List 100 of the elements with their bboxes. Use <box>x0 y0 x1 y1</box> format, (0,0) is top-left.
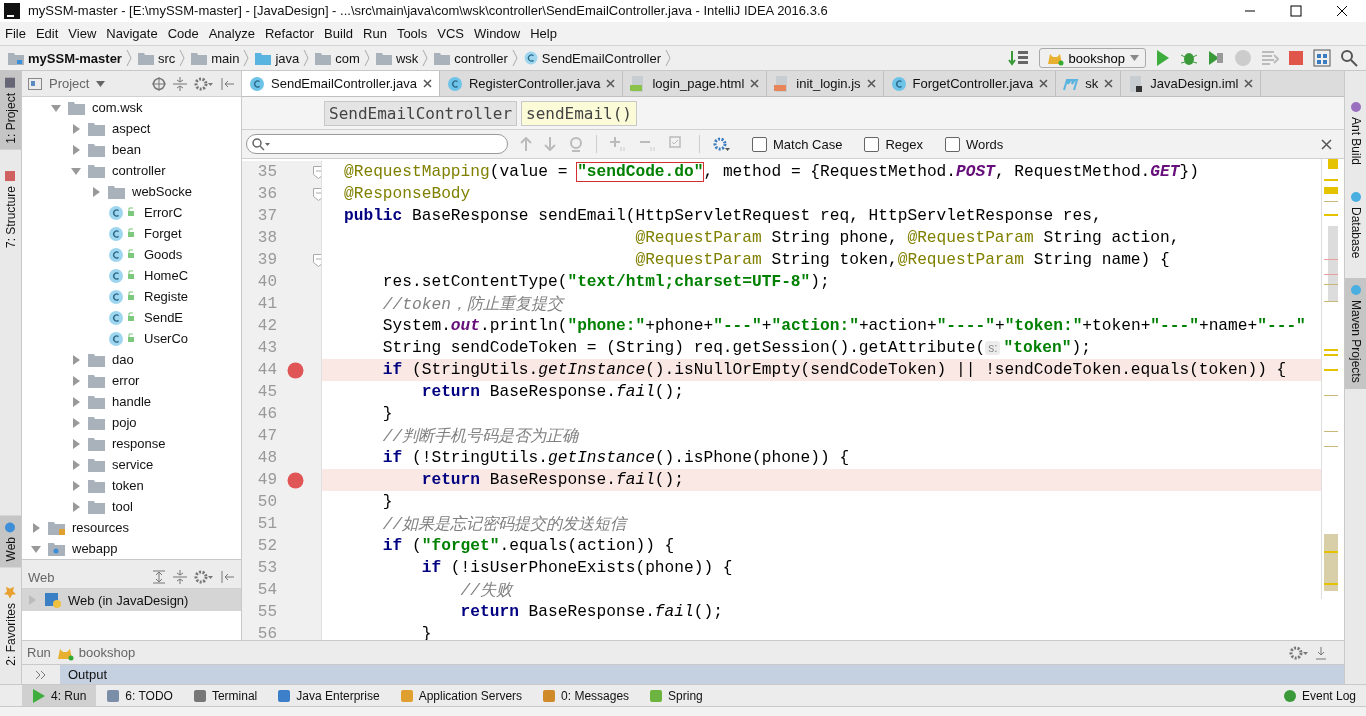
tool-window-button[interactable]: Terminal <box>182 685 268 706</box>
arrow-down-icon[interactable] <box>544 137 556 151</box>
stop-icon[interactable] <box>1288 50 1304 67</box>
menu-item[interactable]: Run <box>363 26 387 41</box>
tool-window-tab[interactable]: 2: Favorites <box>0 581 21 672</box>
tree-item[interactable]: tool <box>112 499 133 514</box>
tree-item[interactable]: handle <box>112 394 152 409</box>
menu-item[interactable]: Navigate <box>106 26 158 41</box>
editor-tab[interactable]: SendEmailController.java <box>242 71 440 96</box>
tool-window-tab[interactable]: Database <box>1345 185 1366 265</box>
tool-window-tab[interactable]: Ant Build <box>1345 95 1366 172</box>
breadcrumb-item[interactable]: src <box>157 50 176 66</box>
tree-item[interactable]: Goods <box>144 247 183 262</box>
menu-item[interactable]: Help <box>530 26 557 41</box>
menu-item[interactable]: VCS <box>437 26 464 41</box>
breadcrumb-item[interactable]: java <box>275 50 300 66</box>
editor-tab[interactable]: JavaDesign.iml <box>1121 71 1262 96</box>
tool-window-tab[interactable]: 1: Project <box>0 71 21 150</box>
breadcrumb-item[interactable]: controller <box>454 50 508 66</box>
tree-item[interactable]: com.wsk <box>92 100 143 115</box>
tree-item[interactable]: pojo <box>112 415 137 430</box>
close-icon[interactable] <box>1321 138 1332 150</box>
editor-tab[interactable]: ForgetController.java <box>883 71 1057 96</box>
output-tab[interactable]: Output <box>60 665 1344 684</box>
close-icon[interactable] <box>1336 4 1348 17</box>
breakpoint-icon[interactable] <box>286 471 304 489</box>
expand-arrow-icon[interactable] <box>70 395 82 408</box>
tree-item[interactable]: controller <box>112 163 166 178</box>
breadcrumb-item[interactable]: mySSM-master <box>28 50 122 66</box>
settings-icon[interactable] <box>194 76 214 91</box>
tree-item[interactable]: resources <box>72 520 130 535</box>
web-facet-row[interactable]: Web (in JavaDesign) <box>22 589 241 611</box>
tree-item[interactable]: webSocke <box>132 184 192 199</box>
collapse-icon[interactable] <box>173 76 187 91</box>
tool-window-tab[interactable]: Web <box>0 514 21 568</box>
expand-arrow-icon[interactable] <box>70 143 82 156</box>
expand-arrow-icon[interactable] <box>70 353 82 366</box>
menu-item[interactable]: Build <box>324 26 353 41</box>
tree-item[interactable]: Registe <box>144 289 189 304</box>
tree-item[interactable]: response <box>112 436 166 451</box>
menu-item[interactable]: View <box>68 26 97 41</box>
settings-icon[interactable] <box>194 570 214 584</box>
menu-item[interactable]: Code <box>167 26 199 41</box>
search-field[interactable] <box>246 134 508 154</box>
maximize-icon[interactable] <box>1290 4 1302 17</box>
target-icon[interactable] <box>152 76 166 91</box>
tree-item[interactable]: webapp <box>72 541 118 556</box>
menu-item[interactable]: Tools <box>396 26 428 41</box>
add-selection-icon[interactable] <box>609 136 627 152</box>
tool-window-button[interactable]: 0: Messages <box>532 685 640 706</box>
menu-item[interactable]: Analyze <box>208 26 255 41</box>
expand-arrow-icon[interactable] <box>70 458 82 471</box>
tree-item[interactable]: token <box>112 478 144 493</box>
editor-tab[interactable]: init_login.js <box>767 71 884 96</box>
editor-tab[interactable]: sk <box>1056 71 1122 96</box>
search-icon[interactable] <box>1340 49 1358 68</box>
find-all-icon[interactable] <box>568 136 584 152</box>
menu-item[interactable]: File <box>5 26 26 41</box>
menu-item[interactable]: Edit <box>35 26 59 41</box>
checkbox[interactable] <box>944 136 960 152</box>
coverage-icon[interactable] <box>1207 49 1225 68</box>
fold-icon[interactable] <box>313 253 321 267</box>
tree-item[interactable]: Forget <box>144 226 182 241</box>
editor-tab[interactable]: RegisterController.java <box>439 71 624 96</box>
breadcrumb-item[interactable]: main <box>211 50 240 66</box>
tree-item[interactable]: dao <box>112 352 134 367</box>
expand-arrow-icon[interactable] <box>70 437 82 450</box>
menu-item[interactable]: Refactor <box>264 26 315 41</box>
tool-window-button[interactable]: 6: TODO <box>96 685 183 706</box>
expand-arrow-icon[interactable] <box>70 479 82 492</box>
tool-window-button[interactable]: Application Servers <box>389 685 533 706</box>
tool-window-tab[interactable]: 7: Structure <box>0 163 21 254</box>
close-icon[interactable] <box>422 79 432 88</box>
sort-icon[interactable] <box>1007 49 1030 68</box>
tree-item[interactable]: HomeC <box>144 268 189 283</box>
expand-arrow-icon[interactable] <box>70 500 82 513</box>
tree-item[interactable]: ErrorC <box>144 205 183 220</box>
project-structure-icon[interactable] <box>1313 49 1331 68</box>
fold-icon[interactable] <box>313 165 321 179</box>
tree-item[interactable]: SendE <box>144 310 184 325</box>
tree-item[interactable]: error <box>112 373 140 388</box>
run-configuration-dropdown[interactable]: bookshop <box>1038 48 1146 69</box>
tool-window-button[interactable]: 4: Run <box>22 685 97 706</box>
tool-window-button[interactable]: Java Enterprise <box>267 685 390 706</box>
hide-panel-icon[interactable] <box>221 570 235 584</box>
expand-arrow-icon[interactable] <box>30 521 42 534</box>
tool-window-tab[interactable]: Maven Projects <box>1345 278 1366 390</box>
checkbox[interactable] <box>864 136 880 152</box>
expand-arrow-icon[interactable] <box>70 374 82 387</box>
more-icon[interactable] <box>34 669 48 680</box>
run-icon[interactable] <box>1155 49 1171 68</box>
tool-window-button[interactable]: Spring <box>639 685 713 706</box>
fold-icon[interactable] <box>313 187 321 201</box>
menu-item[interactable]: Window <box>473 26 521 41</box>
caret-icon[interactable] <box>96 80 106 87</box>
expand-arrow-icon[interactable] <box>70 416 82 429</box>
step-icon[interactable] <box>1261 49 1279 68</box>
gear-icon[interactable] <box>712 136 730 152</box>
hide-panel-icon[interactable] <box>1314 645 1328 660</box>
breadcrumb-item[interactable]: wsk <box>395 50 419 66</box>
